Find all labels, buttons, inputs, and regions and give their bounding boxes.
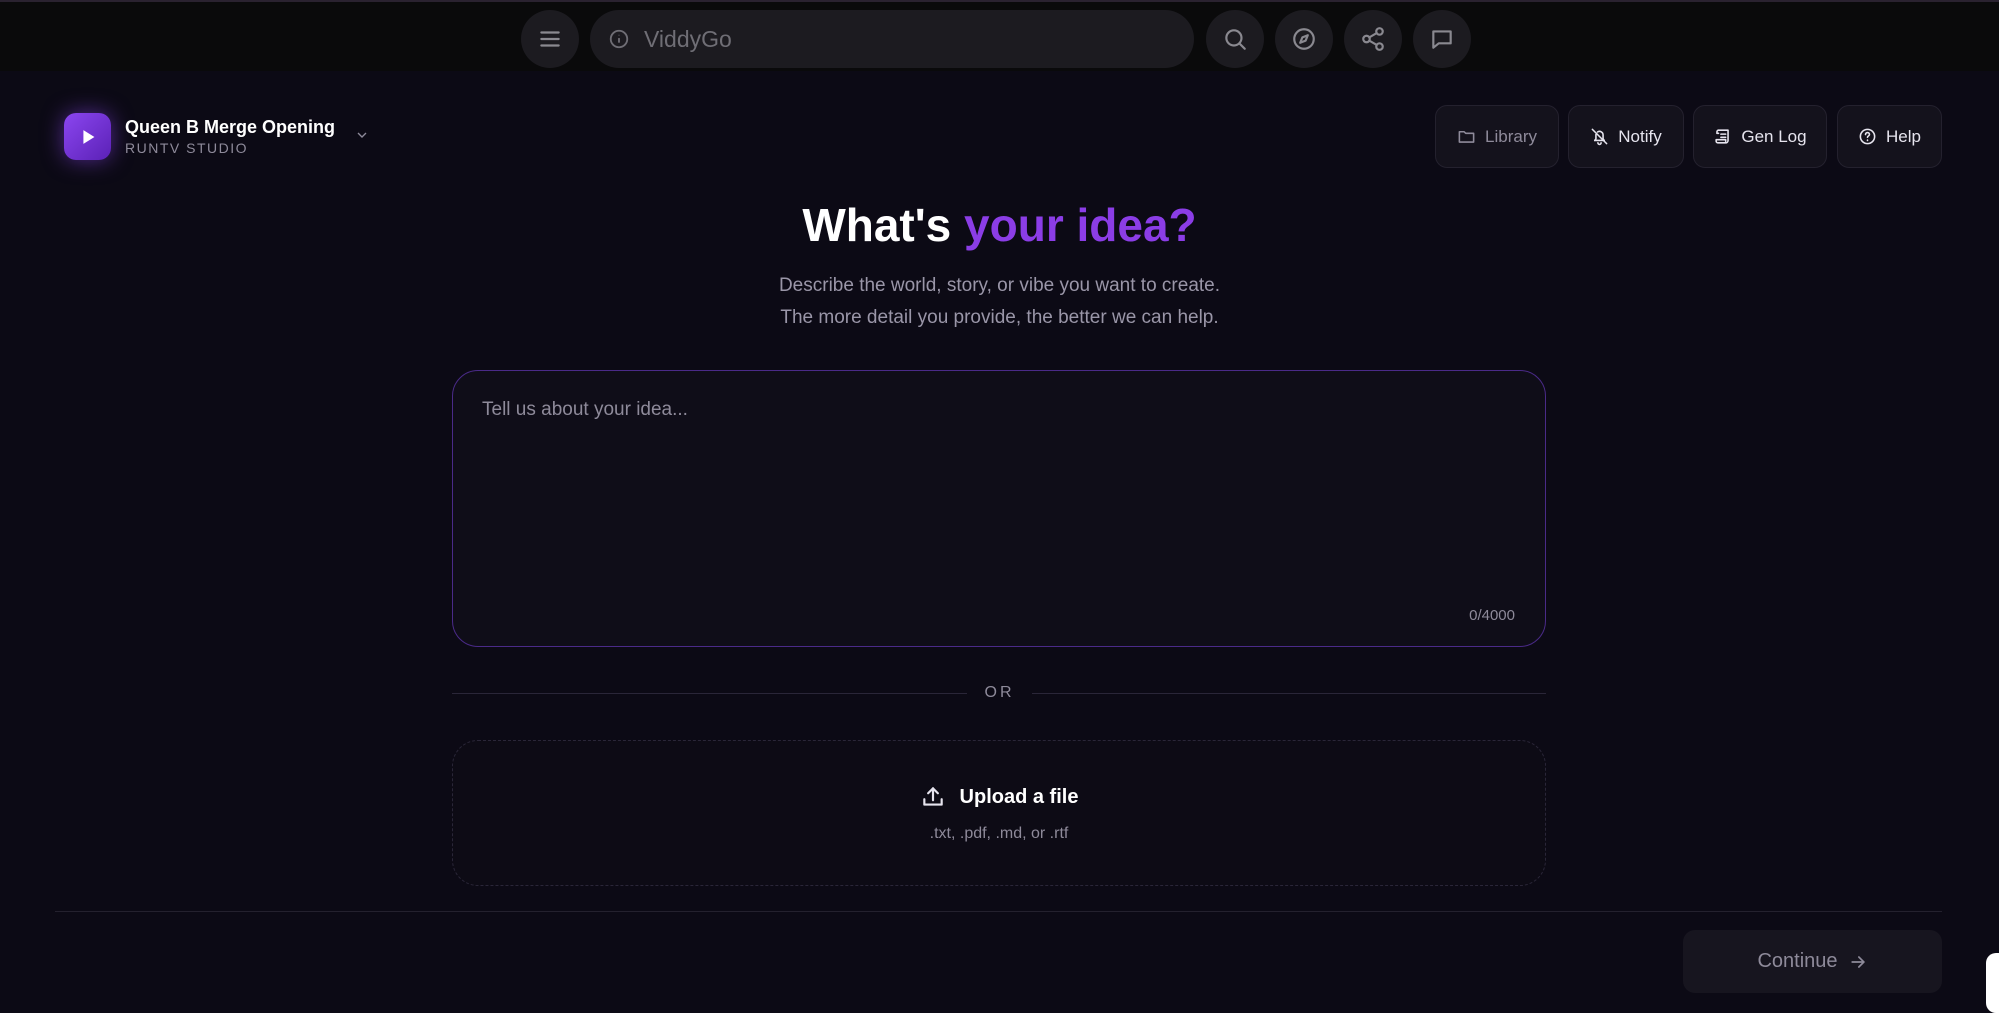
notify-label: Notify <box>1618 126 1662 146</box>
address-bar[interactable]: ViddyGo <box>590 10 1194 68</box>
gen-log-button[interactable]: Gen Log <box>1693 105 1827 168</box>
arrow-right-icon <box>1850 955 1865 968</box>
library-label: Library <box>1485 126 1537 146</box>
gen-log-label: Gen Log <box>1741 126 1807 146</box>
upload-icon <box>922 787 943 806</box>
app-logo[interactable] <box>64 113 111 160</box>
subtitle-line-2: The more detail you provide, the better … <box>780 307 1219 328</box>
page-title: What's your idea? <box>0 198 1999 252</box>
upload-row: Upload a file <box>453 784 1545 810</box>
compass-icon <box>1293 28 1315 50</box>
chat-button[interactable] <box>1413 10 1471 68</box>
project-subtitle: RUNTV STUDIO <box>125 140 248 156</box>
idea-input-container: 0/4000 <box>452 370 1546 647</box>
notify-button[interactable]: Notify <box>1568 105 1684 168</box>
scroll-icon <box>1715 129 1730 144</box>
play-icon <box>82 129 94 144</box>
share-button[interactable] <box>1344 10 1402 68</box>
help-circle-icon <box>1859 128 1876 145</box>
footer-divider <box>55 911 1942 912</box>
help-label: Help <box>1886 126 1921 146</box>
upload-dropzone[interactable]: Upload a file .txt, .pdf, .md, or .rtf <box>452 740 1546 886</box>
continue-label: Continue <box>1757 950 1838 972</box>
title-accent: your idea? <box>964 199 1197 251</box>
chevron-down-icon <box>357 132 367 138</box>
idea-input[interactable] <box>453 371 1545 646</box>
chat-icon <box>1432 30 1452 49</box>
address-text: ViddyGo <box>644 25 732 52</box>
help-button[interactable]: Help <box>1837 105 1942 168</box>
search-icon <box>1225 29 1246 50</box>
continue-button[interactable]: Continue <box>1683 930 1942 993</box>
project-switcher[interactable] <box>354 127 370 143</box>
corner-widget <box>1986 953 1999 1013</box>
share-icon <box>1362 27 1384 51</box>
info-icon <box>609 29 629 49</box>
or-divider-label: OR <box>984 684 1015 701</box>
library-button[interactable]: Library <box>1435 105 1559 168</box>
folder-icon <box>1458 130 1475 143</box>
upload-file-types: .txt, .pdf, .md, or .rtf <box>929 825 1069 842</box>
upload-label: Upload a file <box>959 785 1079 808</box>
subtitle-line-1: Describe the world, story, or vibe you w… <box>778 275 1221 296</box>
title-plain: What's <box>802 199 965 251</box>
character-counter: 0/4000 <box>1469 607 1515 624</box>
bell-off-icon <box>1591 128 1608 146</box>
explore-button[interactable] <box>1275 10 1333 68</box>
menu-button[interactable] <box>521 10 579 68</box>
menu-icon <box>540 31 560 47</box>
search-button[interactable] <box>1206 10 1264 68</box>
project-title[interactable]: Queen B Merge Opening <box>125 117 335 138</box>
browser-toolbar: ViddyGo <box>0 0 1999 71</box>
